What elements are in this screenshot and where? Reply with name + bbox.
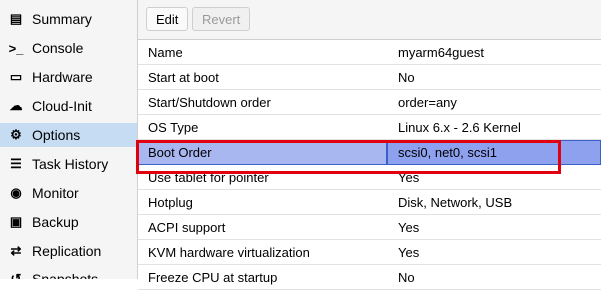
options-row-boot-order[interactable]: Boot Order scsi0, net0, scsi1 [138,140,601,165]
sidebar-item-backup[interactable]: ▣ Backup [0,210,137,234]
sidebar-item-label: Replication [32,243,102,259]
options-row-hotplug[interactable]: Hotplug Disk, Network, USB [138,190,601,215]
book-icon: ▤ [9,11,23,26]
option-name: Start/Shutdown order [148,95,271,110]
option-name: ACPI support [148,220,226,235]
gear-icon: ⚙ [10,127,22,142]
sidebar-item-label: Hardware [32,69,93,85]
sidebar-item-summary[interactable]: ▤ Summary [0,7,137,31]
options-row-tablet-pointer[interactable]: Use tablet for pointer Yes [138,165,601,190]
eye-icon: ◉ [10,185,22,200]
option-name: Start at boot [148,70,219,85]
sidebar-item-label: Summary [32,11,92,27]
option-name: Name [148,45,183,60]
monitor-icon: ▭ [9,69,23,84]
sidebar-item-label: Backup [32,214,79,230]
sidebar-item-label: Console [32,40,84,56]
terminal-icon: >_ [8,40,24,56]
option-value: myarm64guest [398,45,484,60]
option-value: scsi0, net0, scsi1 [398,145,497,160]
options-row-kvm[interactable]: KVM hardware virtualization Yes [138,240,601,265]
sidebar-item-label: Monitor [32,185,79,201]
sidebar-item-label: Task History [32,156,109,172]
sidebar-item-cloud-init[interactable]: ☁ Cloud-Init [0,94,137,118]
option-value: Disk, Network, USB [398,195,513,210]
sidebar-item-hardware[interactable]: ▭ Hardware [0,65,137,89]
sidebar-item-label: Cloud-Init [32,98,92,114]
revert-button[interactable]: Revert [192,7,251,31]
edit-button[interactable]: Edit [146,7,189,31]
sidebar-item-snapshots[interactable]: ↺ Snapshots [0,267,137,279]
retweet-icon: ⇄ [10,243,22,258]
option-value: Yes [398,220,420,235]
sidebar-item-task-history[interactable]: ☰ Task History [0,152,137,176]
sidebar-item-replication[interactable]: ⇄ Replication [0,239,137,263]
option-name: Use tablet for pointer [148,170,269,185]
sidebar-item-label: Snapshots [32,271,99,279]
option-name: Freeze CPU at startup [148,270,278,285]
floppy-icon: ▣ [9,214,23,229]
options-row-freeze-cpu[interactable]: Freeze CPU at startup No [138,265,601,290]
sidebar: ▤ Summary >_ Console ▭ Hardware ☁ Cloud-… [0,0,138,279]
sidebar-item-label: Options [32,127,81,143]
option-value: order=any [398,95,457,110]
options-row-name[interactable]: Name myarm64guest [138,40,601,65]
sidebar-item-options[interactable]: ⚙ Options [0,123,137,147]
option-name: KVM hardware virtualization [148,245,310,260]
sidebar-item-monitor[interactable]: ◉ Monitor [0,181,137,205]
toolbar: Edit Revert [138,0,601,40]
sidebar-item-console[interactable]: >_ Console [0,36,137,60]
option-name: Boot Order [148,145,212,160]
list-icon: ☰ [10,156,22,171]
options-row-os-type[interactable]: OS Type Linux 6.x - 2.6 Kernel [138,115,601,140]
option-name: OS Type [148,120,199,135]
options-row-acpi[interactable]: ACPI support Yes [138,215,601,240]
option-value: Yes [398,170,420,185]
option-name: Hotplug [148,195,193,210]
options-row-start-at-boot[interactable]: Start at boot No [138,65,601,90]
cloud-icon: ☁ [9,98,23,113]
option-value: No [398,70,415,85]
options-row-startup-order[interactable]: Start/Shutdown order order=any [138,90,601,115]
option-value: Yes [398,245,420,260]
option-value: Linux 6.x - 2.6 Kernel [398,120,521,135]
history-icon: ↺ [10,271,22,279]
option-value: No [398,270,415,285]
